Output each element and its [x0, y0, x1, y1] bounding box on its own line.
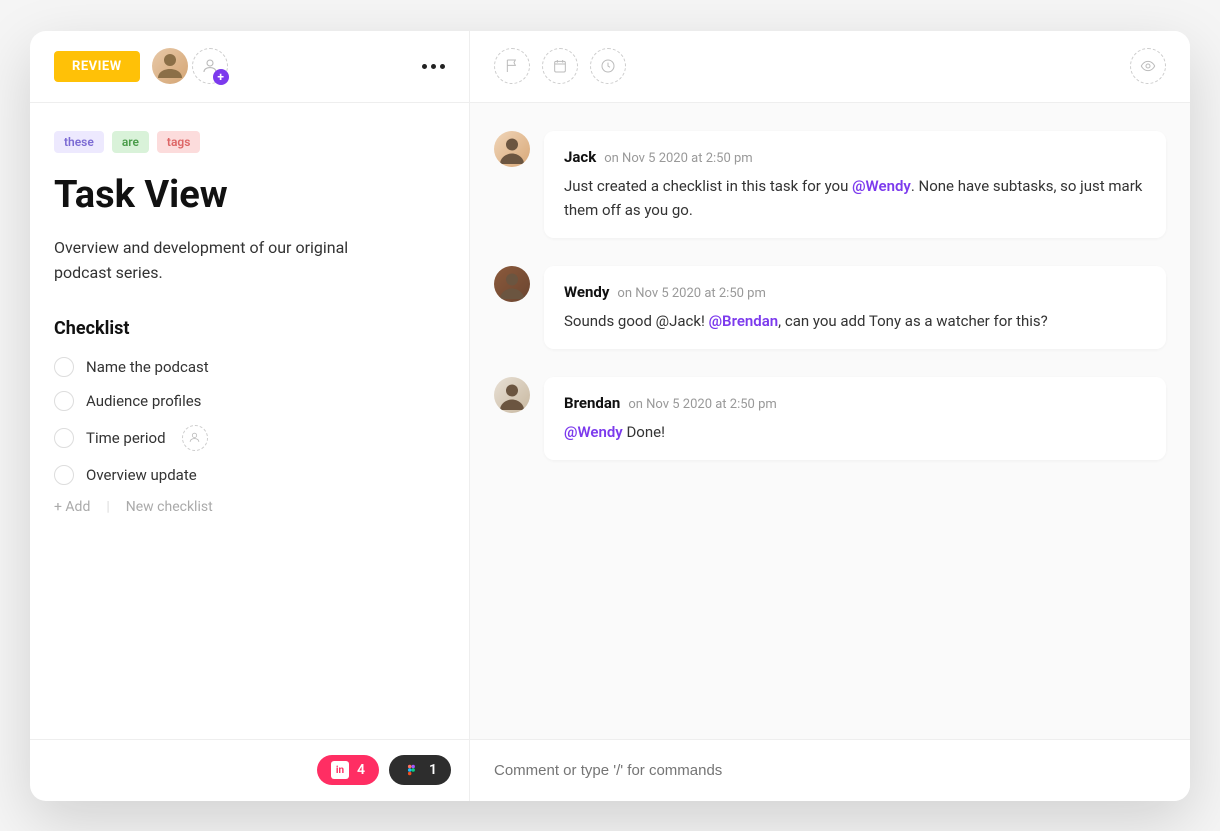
- comment-bubble: Wendy on Nov 5 2020 at 2:50 pm Sounds good…: [544, 266, 1166, 349]
- checklist-item-label: Audience profiles: [86, 392, 201, 410]
- new-checklist-button[interactable]: New checklist: [126, 499, 213, 515]
- assign-button[interactable]: [182, 425, 208, 451]
- date-button[interactable]: [542, 48, 578, 84]
- checklist-item[interactable]: Name the podcast: [54, 357, 445, 377]
- checkbox[interactable]: [54, 428, 74, 448]
- comment-author: Brendan: [564, 394, 620, 412]
- figma-count: 1: [429, 762, 437, 778]
- comment-bubble: Brendan on Nov 5 2020 at 2:50 pm @Wendy Do…: [544, 377, 1166, 460]
- comment-avatar[interactable]: [494, 377, 530, 413]
- invision-pill[interactable]: in 4: [317, 755, 379, 785]
- footer-left: in 4 1: [30, 739, 469, 801]
- plus-icon: +: [213, 69, 229, 85]
- invision-icon: in: [331, 761, 349, 779]
- watch-button[interactable]: [1130, 48, 1166, 84]
- flag-button[interactable]: [494, 48, 530, 84]
- tag[interactable]: tags: [157, 131, 200, 153]
- comment-input[interactable]: [494, 762, 1166, 779]
- comment-footer: [470, 739, 1190, 801]
- add-assignee-button[interactable]: +: [192, 48, 228, 84]
- task-content: these aretags Task View Overview and deve…: [30, 103, 469, 739]
- status-badge[interactable]: REVIEW: [54, 51, 140, 82]
- task-description[interactable]: Overview and development of our original…: [54, 235, 374, 286]
- time-button[interactable]: [590, 48, 626, 84]
- checklist-item[interactable]: Overview update: [54, 465, 445, 485]
- checklist-item-label: Overview update: [86, 466, 197, 484]
- checklist-actions: + Add | New checklist: [54, 499, 445, 515]
- figma-icon: [403, 761, 421, 779]
- task-window: REVIEW + these aretags Task View Overview…: [30, 31, 1190, 801]
- right-panel: Jack on Nov 5 2020 at 2:50 pm Just created…: [470, 31, 1190, 801]
- comment-text: Sounds good @Jack! @Brendan, can you add…: [564, 309, 1146, 333]
- figma-pill[interactable]: 1: [389, 755, 451, 785]
- task-title[interactable]: Task View: [54, 173, 445, 217]
- checklist-heading: Checklist: [54, 318, 445, 339]
- comment-date: on Nov 5 2020 at 2:50 pm: [604, 151, 752, 166]
- comment-author: Jack: [564, 148, 596, 166]
- assignee-avatar[interactable]: [152, 48, 188, 84]
- comments-list: Jack on Nov 5 2020 at 2:50 pm Just created…: [470, 103, 1190, 739]
- more-menu-button[interactable]: [422, 64, 445, 69]
- mention[interactable]: @Wendy: [852, 177, 911, 195]
- tag[interactable]: are: [112, 131, 149, 153]
- checklist-item[interactable]: Time period: [54, 425, 445, 451]
- left-panel: REVIEW + these aretags Task View Overview…: [30, 31, 470, 801]
- checklist-item-label: Name the podcast: [86, 358, 209, 376]
- checklist-item-label: Time period: [86, 429, 166, 447]
- comment: Wendy on Nov 5 2020 at 2:50 pm Sounds good…: [494, 266, 1166, 349]
- comment: Jack on Nov 5 2020 at 2:50 pm Just created…: [494, 131, 1166, 238]
- comment-text: Just created a checklist in this task fo…: [564, 174, 1146, 222]
- tag[interactable]: these: [54, 131, 104, 153]
- add-checklist-item[interactable]: + Add: [54, 499, 90, 515]
- mention[interactable]: @Wendy: [564, 423, 623, 441]
- invision-count: 4: [357, 762, 365, 778]
- divider: |: [106, 499, 109, 515]
- mention[interactable]: @Brendan: [709, 312, 779, 330]
- comment: Brendan on Nov 5 2020 at 2:50 pm @Wendy Do…: [494, 377, 1166, 460]
- comment-avatar[interactable]: [494, 266, 530, 302]
- checklist-item[interactable]: Audience profiles: [54, 391, 445, 411]
- checkbox[interactable]: [54, 391, 74, 411]
- checkbox[interactable]: [54, 465, 74, 485]
- comment-date: on Nov 5 2020 at 2:50 pm: [628, 397, 776, 412]
- checkbox[interactable]: [54, 357, 74, 377]
- comment-author: Wendy: [564, 283, 609, 301]
- header-right: [470, 31, 1190, 103]
- tags-row: these aretags: [54, 131, 445, 153]
- comment-date: on Nov 5 2020 at 2:50 pm: [617, 286, 765, 301]
- comment-avatar[interactable]: [494, 131, 530, 167]
- comment-bubble: Jack on Nov 5 2020 at 2:50 pm Just created…: [544, 131, 1166, 238]
- header-left: REVIEW +: [30, 31, 469, 103]
- comment-text: @Wendy Done!: [564, 420, 1146, 444]
